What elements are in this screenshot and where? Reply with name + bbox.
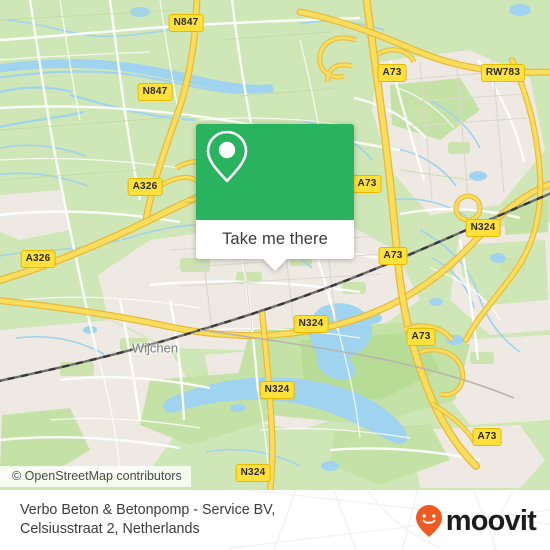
moovit-brand[interactable]: moovit <box>414 504 537 538</box>
map-attribution[interactable]: © OpenStreetMap contributors <box>0 466 191 487</box>
road-shield-a73-5[interactable]: A73 <box>472 428 502 446</box>
road-shield-n847-2[interactable]: N847 <box>137 83 173 101</box>
road-shield-a326-1[interactable]: A326 <box>127 178 163 196</box>
road-shield-n847-1[interactable]: N847 <box>168 14 204 32</box>
map-canvas[interactable]: Wijchen N847 N847 A73 RW783 A326 A326 A7… <box>0 0 550 490</box>
callout-action-area[interactable]: Take me there <box>196 220 354 271</box>
road-shield-n324-2[interactable]: N324 <box>293 315 329 333</box>
location-name-block: Verbo Beton & Betonpomp - Service BV, Ce… <box>20 501 350 539</box>
callout-pin-area <box>196 124 354 220</box>
road-shield-a326-2[interactable]: A326 <box>20 250 56 268</box>
road-shield-a73-3[interactable]: A73 <box>378 247 408 265</box>
map-pin-icon <box>206 130 248 183</box>
road-shield-n324-1[interactable]: N324 <box>465 219 501 237</box>
road-shield-a73-2[interactable]: A73 <box>352 175 382 193</box>
road-shield-a73-4[interactable]: A73 <box>406 328 436 346</box>
footer-bar: Verbo Beton & Betonpomp - Service BV, Ce… <box>0 490 550 550</box>
road-shield-a73-1[interactable]: A73 <box>377 64 407 82</box>
place-label-wijchen: Wijchen <box>131 340 179 356</box>
take-me-there-label: Take me there <box>222 230 328 248</box>
screenshot-root: Wijchen N847 N847 A73 RW783 A326 A326 A7… <box>0 0 550 550</box>
road-shield-n324-4[interactable]: N324 <box>235 464 271 482</box>
location-name-line2: Celsiusstraat 2, Netherlands <box>20 521 200 537</box>
moovit-pin-icon <box>415 505 442 537</box>
callout-tail <box>262 258 288 271</box>
road-shield-n324-3[interactable]: N324 <box>259 381 295 399</box>
location-name-line1: Verbo Beton & Betonpomp - Service BV, <box>20 502 276 518</box>
moovit-wordmark: moovit <box>445 504 537 537</box>
road-shield-rw783[interactable]: RW783 <box>480 64 526 82</box>
location-callout[interactable]: Take me there <box>196 124 354 271</box>
